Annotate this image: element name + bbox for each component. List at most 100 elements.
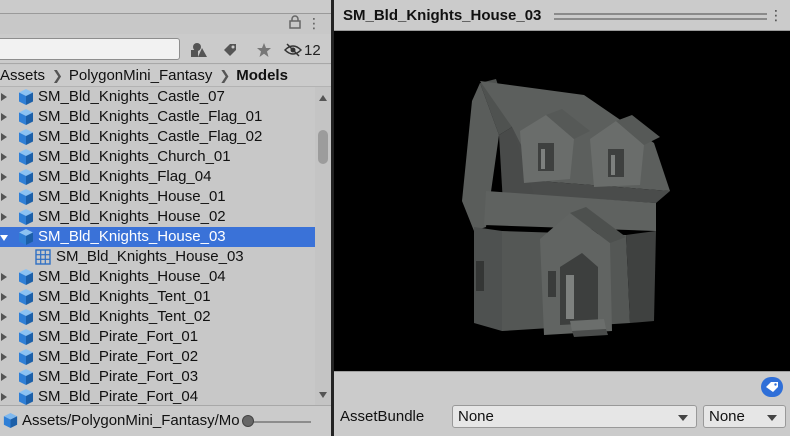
asset-labels-panel: AssetBundle None None [334,371,790,436]
list-item-label: SM_Bld_Knights_House_03 [38,228,226,245]
hidden-count: 12 [304,41,321,59]
list-item[interactable]: SM_Bld_Knights_Castle_07 [0,87,315,107]
house-model-render [462,79,670,337]
prefab-icon [19,389,33,405]
list-item-label: SM_Bld_Knights_Tent_02 [38,308,211,325]
chevron-right-icon[interactable] [1,373,7,381]
prefab-icon [19,129,33,145]
chevron-right-icon[interactable] [1,213,7,221]
icon-size-slider[interactable] [245,421,311,423]
list-item-label: SM_Bld_Knights_House_01 [38,188,226,205]
list-item[interactable]: SM_Bld_Knights_Church_01 [0,147,315,167]
list-item[interactable]: SM_Bld_Pirate_Fort_02 [0,347,315,367]
chevron-right-icon[interactable] [1,393,7,401]
list-item-label: SM_Bld_Pirate_Fort_01 [38,328,199,345]
list-item-label: SM_Bld_Knights_House_04 [38,268,226,285]
hidden-packages-toggle[interactable]: 12 [284,39,330,61]
list-item[interactable]: SM_Bld_Knights_House_04 [0,267,315,287]
list-item[interactable]: SM_Bld_Pirate_Fort_04 [0,387,315,405]
preview-title: SM_Bld_Knights_House_03 [343,7,542,24]
chevron-right-icon[interactable] [1,293,7,301]
icon-size-slider-handle[interactable] [242,415,254,427]
list-item-label: SM_Bld_Pirate_Fort_04 [38,388,199,405]
kebab-menu-icon[interactable]: ⋮ [307,16,321,30]
eye-slash-icon [284,43,302,57]
list-item-label: SM_Bld_Knights_Castle_Flag_01 [38,108,263,125]
status-bar: Assets/PolygonMini_Fantasy/Models/SM_Bld… [0,405,331,436]
lock-icon[interactable] [289,15,301,33]
chevron-right-icon[interactable] [1,173,7,181]
list-item[interactable]: SM_Bld_Knights_Castle_Flag_01 [0,107,315,127]
chevron-right-icon[interactable] [1,333,7,341]
prefab-icon [19,189,33,205]
prefab-icon [19,349,33,365]
save-search-button[interactable] [250,39,278,61]
breadcrumb-assets[interactable]: Assets [0,67,45,84]
prefab-icon [3,412,18,429]
project-toolbar: 12 [0,34,331,64]
breadcrumb-polygonmini-fantasy[interactable]: PolygonMini_Fantasy [69,67,212,84]
list-item[interactable]: SM_Bld_Knights_House_01 [0,187,315,207]
prefab-icon [19,209,33,225]
chevron-right-icon[interactable] [1,353,7,361]
assetbundle-label: AssetBundle [340,408,425,425]
list-item[interactable]: SM_Bld_Pirate_Fort_01 [0,327,315,347]
preview-header: SM_Bld_Knights_House_03 ⋮ [334,0,790,31]
chevron-down-icon[interactable] [0,235,8,241]
scroll-up-icon[interactable] [319,95,327,101]
assetbundle-name-dropdown[interactable]: None [452,405,697,428]
chevron-right-icon[interactable] [1,133,7,141]
list-item[interactable]: SM_Bld_Pirate_Fort_03 [0,367,315,387]
chevron-right-icon[interactable] [1,313,7,321]
assetbundle-variant-value: None [709,408,745,425]
list-item[interactable]: SM_Bld_Knights_House_03 [0,227,315,247]
prefab-icon [19,309,33,325]
shapes-icon [191,43,207,57]
chevron-right-icon[interactable] [1,153,7,161]
asset-labels-tag-icon[interactable] [761,377,783,397]
list-item[interactable]: SM_Bld_Knights_Flag_04 [0,167,315,187]
list-item-sub-asset[interactable]: SM_Bld_Knights_House_03 [0,247,315,267]
kebab-menu-icon[interactable]: ⋮ [769,8,783,22]
prefab-icon [19,329,33,345]
list-item-label: SM_Bld_Knights_Tent_01 [38,288,211,305]
search-input[interactable] [0,38,180,60]
preview-window: SM_Bld_Knights_House_03 ⋮ AssetBundle No… [334,0,790,436]
chevron-right-icon: ❯ [52,67,63,83]
prefab-icon [19,149,33,165]
project-window: ⋮ 12 Assets ❯ PolygonMini_Fantasy ❯ Mode… [0,0,331,436]
list-item-label: SM_Bld_Knights_Castle_07 [38,88,225,105]
model-preview-viewport[interactable] [334,31,790,371]
star-icon [257,43,271,57]
list-item[interactable]: SM_Bld_Knights_Tent_02 [0,307,315,327]
list-item[interactable]: SM_Bld_Knights_Tent_01 [0,287,315,307]
prefab-icon [19,369,33,385]
prefab-icon [19,269,33,285]
filter-by-label-button[interactable] [216,39,244,61]
list-item-label: SM_Bld_Knights_Church_01 [38,148,231,165]
list-item-label: SM_Bld_Pirate_Fort_03 [38,368,199,385]
chevron-right-icon[interactable] [1,93,7,101]
vertical-scrollbar[interactable] [315,87,331,405]
list-item[interactable]: SM_Bld_Knights_House_02 [0,207,315,227]
scroll-down-icon[interactable] [319,392,327,398]
breadcrumb-models[interactable]: Models [236,67,288,84]
chevron-right-icon[interactable] [1,193,7,201]
drag-grip[interactable] [554,13,767,20]
list-item[interactable]: SM_Bld_Knights_Castle_Flag_02 [0,127,315,147]
scroll-thumb[interactable] [318,130,328,164]
list-item-label: SM_Bld_Knights_Flag_04 [38,168,212,185]
tag-icon [224,44,236,56]
list-item-label: SM_Bld_Knights_House_02 [38,208,226,225]
assetbundle-name-value: None [458,408,494,425]
assetbundle-variant-dropdown[interactable]: None [703,405,786,428]
list-item-label: SM_Bld_Knights_House_03 [56,248,244,265]
chevron-right-icon: ❯ [219,67,231,83]
tag-icon [766,382,778,392]
chevron-right-icon[interactable] [1,113,7,121]
prefab-icon [19,169,33,185]
filter-by-type-button[interactable] [185,39,213,61]
chevron-down-icon [678,415,688,421]
breadcrumb: Assets ❯ PolygonMini_Fantasy ❯ Models [0,65,331,87]
chevron-right-icon[interactable] [1,273,7,281]
